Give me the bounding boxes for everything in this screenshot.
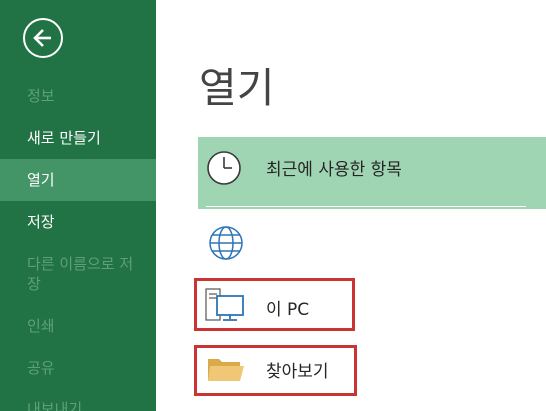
location-browse[interactable]: 찾아보기: [198, 346, 355, 396]
nav-item-new[interactable]: 새로 만들기: [0, 128, 156, 148]
globe-icon: [209, 226, 243, 260]
folder-icon: [208, 359, 244, 381]
back-button[interactable]: [23, 18, 63, 58]
nav-item-share[interactable]: 공유: [0, 358, 156, 378]
location-recent-label: 최근에 사용한 항목: [266, 160, 402, 180]
pc-icon: [205, 288, 244, 321]
nav-item-print[interactable]: 인쇄: [0, 316, 156, 336]
backstage-sidebar: 정보 새로 만들기 열기 저장 다른 이름으로 저장 인쇄 공유 내보내기: [0, 0, 156, 411]
page-title: 열기: [199, 64, 275, 112]
nav-item-save[interactable]: 저장: [0, 212, 156, 232]
location-browse-label: 찾아보기: [266, 362, 329, 382]
nav-item-info[interactable]: 정보: [0, 86, 156, 106]
nav-item-save-as[interactable]: 다른 이름으로 저장: [0, 254, 156, 296]
arrow-left-icon: [33, 29, 51, 47]
location-web[interactable]: [198, 218, 538, 268]
nav-item-open[interactable]: 열기: [0, 159, 156, 201]
location-this-pc-label: 이 PC: [266, 300, 310, 320]
location-this-pc[interactable]: 이 PC: [198, 280, 353, 330]
nav-item-export[interactable]: 내보내기: [0, 399, 156, 411]
open-panel: 열기 최근에 사용한 항목 이 PC 찾아보기: [156, 0, 546, 411]
divider: [206, 206, 526, 207]
location-recent[interactable]: 최근에 사용한 항목: [198, 137, 546, 209]
clock-icon: [207, 151, 241, 185]
